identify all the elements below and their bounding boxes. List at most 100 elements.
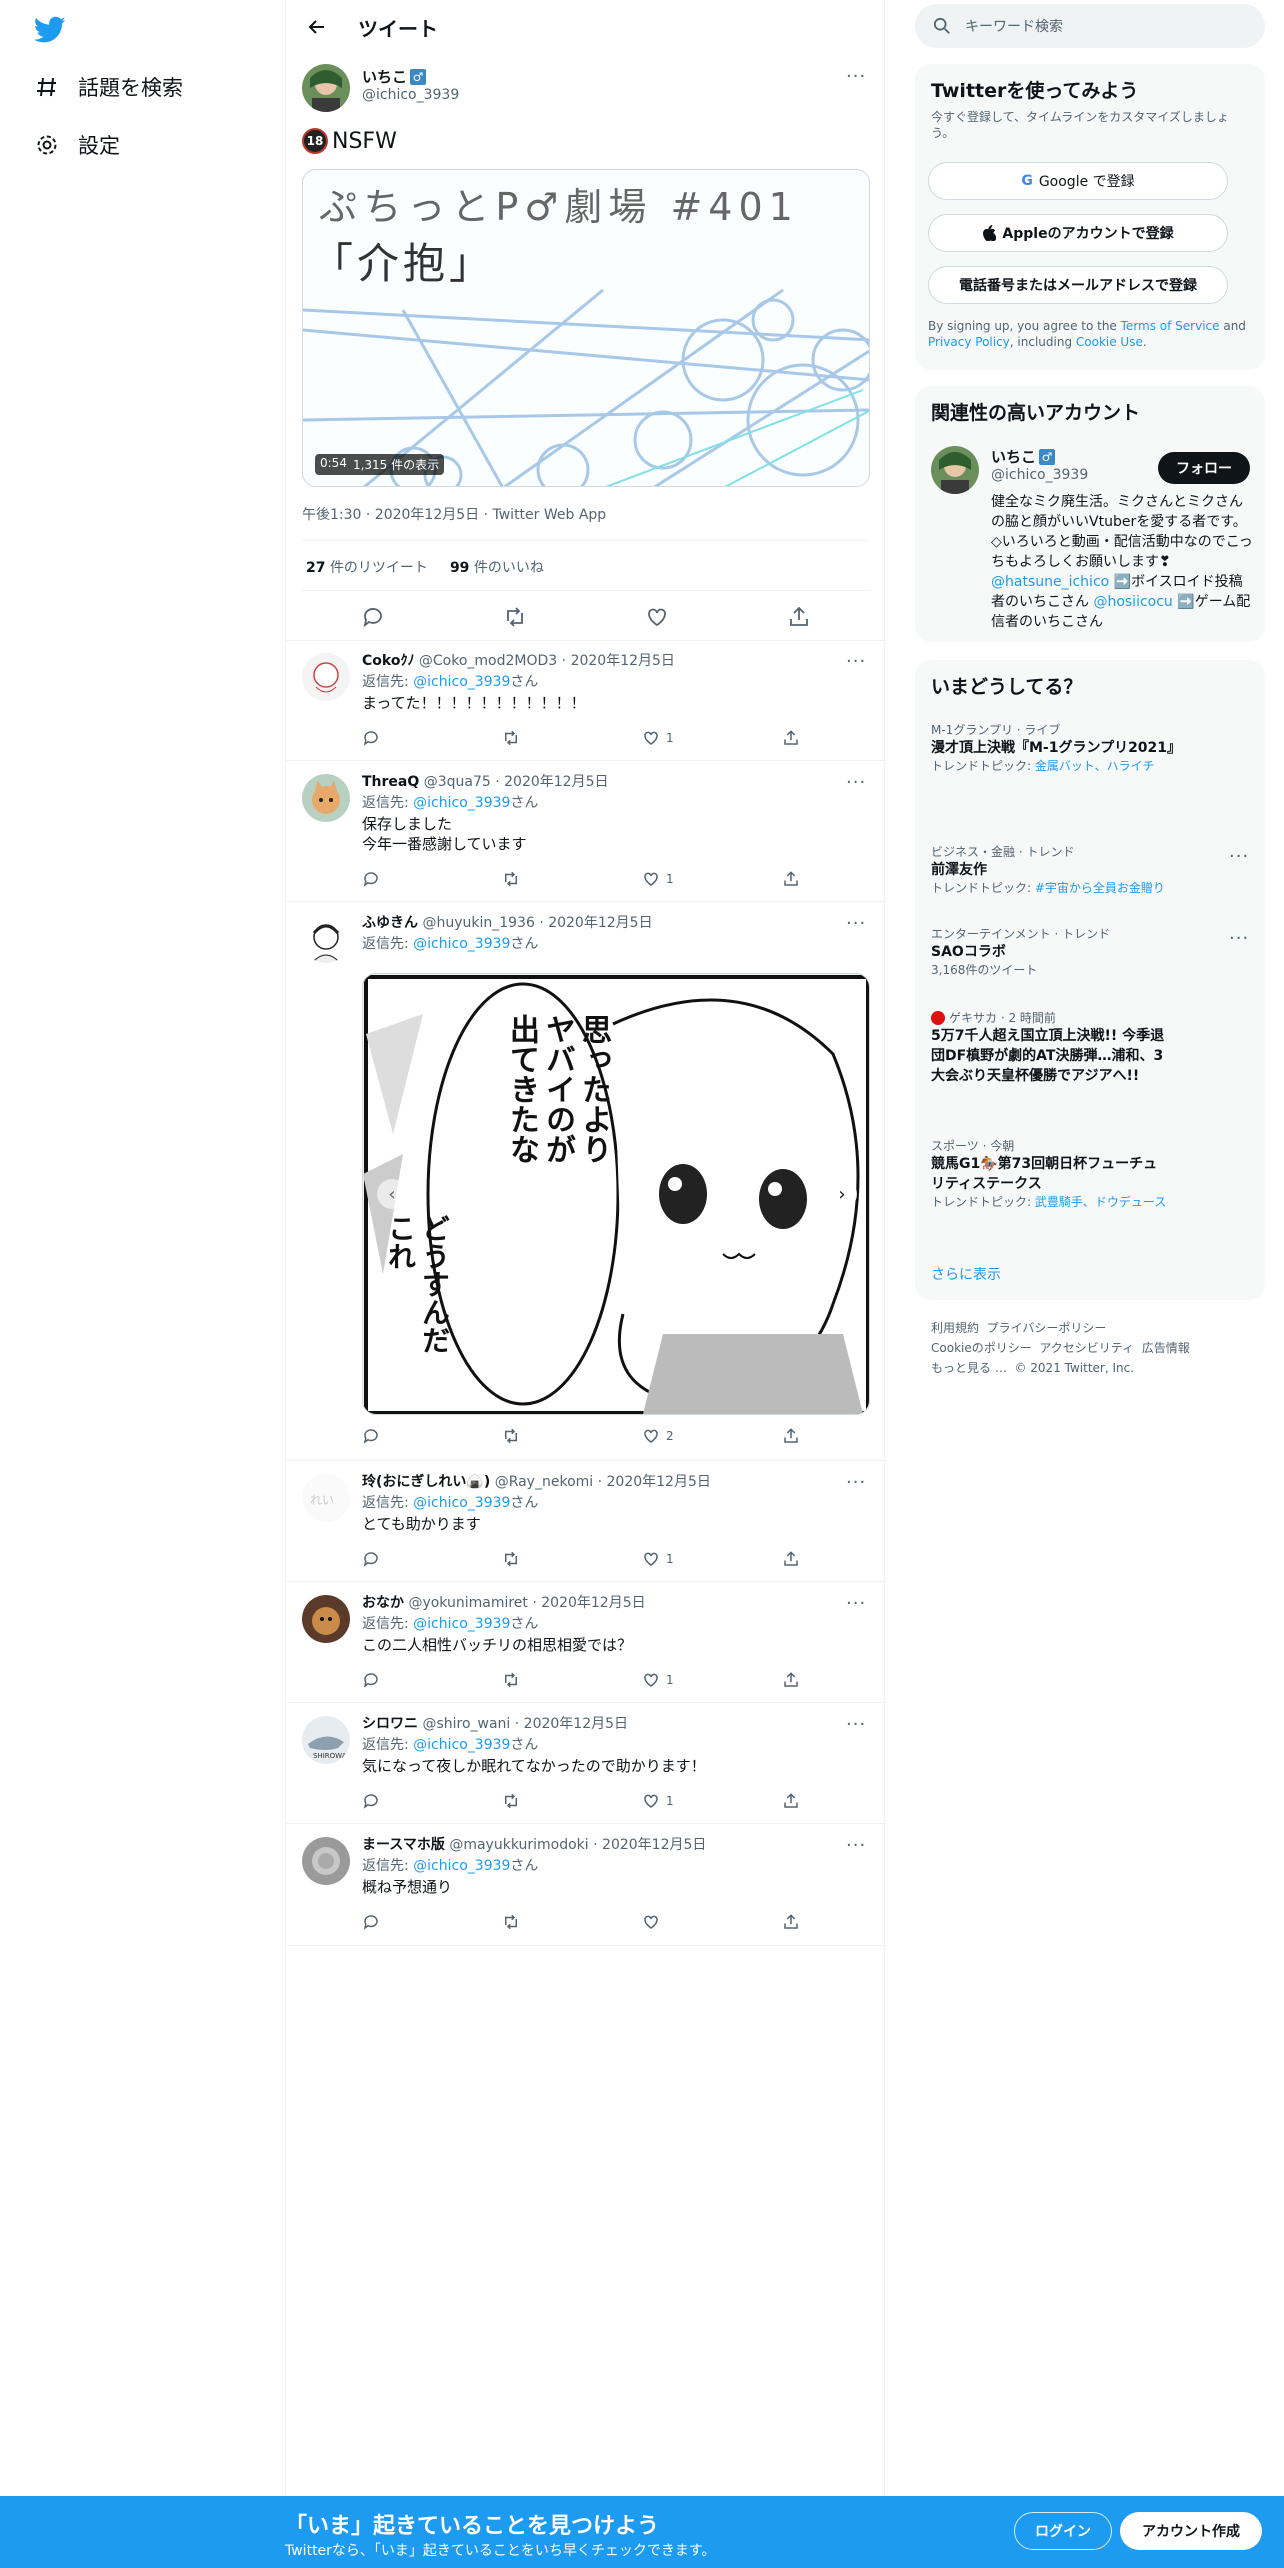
trend-item[interactable]: ビジネス・金融 · トレンド 前澤友作 トレンドトピック: #宇宙から全員お金贈… xyxy=(931,844,1231,896)
reply-icon[interactable] xyxy=(362,1792,422,1810)
reply-handle[interactable]: @huyukin_1936 xyxy=(422,915,534,931)
more-icon[interactable]: ··· xyxy=(846,1593,866,1614)
follow-button[interactable]: フォロー xyxy=(1158,452,1250,484)
trend-item[interactable]: ゲキサカ · 2 時間前 5万7千人超え国立頂上決戦!! 今季退団DF槙野が劇的… xyxy=(931,1010,1171,1086)
trend-sub-link[interactable]: 金属バット、ハライチ xyxy=(1035,759,1155,773)
reply-date[interactable]: · 2020年12月5日 xyxy=(495,774,608,790)
avatar[interactable]: れい xyxy=(302,1474,350,1522)
like-button[interactable]: 1 xyxy=(642,729,702,747)
reply-handle[interactable]: @shiro_wani xyxy=(422,1716,510,1732)
reply-icon[interactable] xyxy=(362,1671,422,1689)
avatar[interactable] xyxy=(302,64,350,112)
retweet-icon[interactable] xyxy=(503,605,527,633)
avatar[interactable]: SHIROWANI xyxy=(302,1716,350,1764)
reply-date[interactable]: · 2020年12月5日 xyxy=(562,653,675,669)
reply-icon[interactable] xyxy=(362,1427,422,1445)
more-icon[interactable]: ··· xyxy=(846,651,866,672)
reply-name[interactable]: シロワニ xyxy=(362,1716,418,1732)
like-button[interactable]: 2 xyxy=(642,1427,702,1445)
nav-settings[interactable]: 設定 xyxy=(34,130,120,160)
related-account-info[interactable]: いちこ ♂ @ichico_3939 xyxy=(991,446,1088,483)
reply-item[interactable]: れい 玲(おにぎしれい🍙) @Ray_nekomi · 2020年12月5日 返… xyxy=(286,1462,886,1582)
reply-handle[interactable]: @Coko_mod2MOD3 xyxy=(419,653,557,669)
reply-icon[interactable] xyxy=(362,729,422,747)
like-button[interactable]: 1 xyxy=(642,1550,702,1568)
chevron-right-icon[interactable]: › xyxy=(827,1179,857,1209)
reply-name[interactable]: ThreaQ xyxy=(362,774,419,790)
more-icon[interactable]: ··· xyxy=(846,1714,866,1735)
retweet-icon[interactable] xyxy=(502,870,562,888)
phone-signup-button[interactable]: 電話番号またはメールアドレスで登録 xyxy=(928,266,1228,304)
trend-item[interactable]: M-1グランプリ · ライブ 漫才頂上決戦『M-1グランプリ2021』 トレンド… xyxy=(931,722,1231,774)
reply-item[interactable]: ThreaQ @3qua75 · 2020年12月5日 返信先: @ichico… xyxy=(286,762,886,902)
reply-icon[interactable] xyxy=(361,605,385,633)
retweet-icon[interactable] xyxy=(502,1550,562,1568)
more-icon[interactable]: ··· xyxy=(1229,928,1249,949)
like-button[interactable]: 1 xyxy=(642,1671,702,1689)
retweet-icon[interactable] xyxy=(502,1913,562,1931)
retweet-icon[interactable] xyxy=(502,1792,562,1810)
more-icon[interactable]: ··· xyxy=(846,1835,866,1856)
nav-explore[interactable]: 話題を検索 xyxy=(34,72,183,102)
video-player[interactable]: ぷちっとP♂劇場 #401 「介抱」 0:54 1,315 件の表示 xyxy=(302,169,870,487)
like-count[interactable]: 99 件のいいね xyxy=(450,557,544,577)
footer-link[interactable]: Cookieのポリシー xyxy=(931,1341,1032,1355)
reply-to-link[interactable]: @ichico_3939 xyxy=(413,936,510,952)
retweet-icon[interactable] xyxy=(502,729,562,747)
like-button[interactable] xyxy=(642,1913,702,1931)
retweet-count[interactable]: 27 件のリツイート xyxy=(306,557,428,577)
show-more-link[interactable]: さらに表示 xyxy=(931,1264,1001,1284)
trend-sub-link[interactable]: #宇宙から全員お金贈り xyxy=(1035,881,1165,895)
apple-signup-button[interactable]: Appleのアカウントで登録 xyxy=(928,214,1228,252)
login-button[interactable]: ログイン xyxy=(1014,2512,1112,2550)
retweet-icon[interactable] xyxy=(502,1427,562,1445)
reply-item[interactable]: まースマホ版 @mayukkurimodoki · 2020年12月5日 返信先… xyxy=(286,1825,886,1946)
more-icon[interactable]: ··· xyxy=(1229,846,1249,867)
terms-link[interactable]: Terms of Service xyxy=(1121,319,1220,333)
more-icon[interactable]: ··· xyxy=(846,913,866,934)
reply-handle[interactable]: @Ray_nekomi xyxy=(495,1474,593,1490)
retweet-icon[interactable] xyxy=(502,1671,562,1689)
reply-item[interactable]: ふゆきん @huyukin_1936 · 2020年12月5日 返信先: @ic… xyxy=(286,903,886,1461)
reply-item[interactable]: おなか @yokunimamiret · 2020年12月5日 返信先: @ic… xyxy=(286,1583,886,1703)
tweet-author-name[interactable]: いちこ ♂ xyxy=(362,66,459,87)
reply-date[interactable]: · 2020年12月5日 xyxy=(539,915,652,931)
more-icon[interactable]: ··· xyxy=(846,66,866,87)
avatar[interactable] xyxy=(302,774,350,822)
reply-date[interactable]: · 2020年12月5日 xyxy=(532,1595,645,1611)
reply-handle[interactable]: @mayukkurimodoki xyxy=(449,1837,588,1853)
reply-image[interactable]: 思ったより ヤバイのが 出てきたな どうすんだ これ ‹ › xyxy=(362,973,870,1415)
footer-link[interactable]: 広告情報 xyxy=(1142,1341,1190,1355)
reply-name[interactable]: 玲(おにぎしれい🍙) xyxy=(362,1474,490,1490)
reply-to-link[interactable]: @ichico_3939 xyxy=(413,1495,510,1511)
signup-button[interactable]: アカウント作成 xyxy=(1120,2512,1262,2550)
tweet-meta[interactable]: 午後1:30 · 2020年12月5日 · Twitter Web App xyxy=(302,504,606,524)
share-icon[interactable] xyxy=(782,870,802,888)
reply-name[interactable]: おなか xyxy=(362,1595,404,1611)
avatar[interactable] xyxy=(931,446,979,494)
trend-sub-link[interactable]: 武豊騎手、ドウデュース xyxy=(1035,1195,1166,1209)
trend-item[interactable]: エンターテインメント · トレンド SAOコラボ 3,168件のツイート xyxy=(931,926,1231,978)
reply-date[interactable]: · 2020年12月5日 xyxy=(593,1837,706,1853)
reply-item[interactable]: Cokoｸﾉ @Coko_mod2MOD3 · 2020年12月5日 返信先: … xyxy=(286,641,886,761)
chevron-left-icon[interactable]: ‹ xyxy=(377,1179,407,1209)
avatar[interactable] xyxy=(302,1595,350,1643)
more-icon[interactable]: ··· xyxy=(846,772,866,793)
reply-date[interactable]: · 2020年12月5日 xyxy=(515,1716,628,1732)
google-signup-button[interactable]: G Google で登録 xyxy=(928,162,1228,200)
reply-name[interactable]: ふゆきん xyxy=(362,915,418,931)
reply-date[interactable]: · 2020年12月5日 xyxy=(598,1474,711,1490)
avatar[interactable] xyxy=(302,653,350,701)
reply-icon[interactable] xyxy=(362,1550,422,1568)
reply-handle[interactable]: @3qua75 xyxy=(424,774,491,790)
footer-link[interactable]: 利用規約 xyxy=(931,1321,979,1335)
reply-to-link[interactable]: @ichico_3939 xyxy=(413,1858,510,1874)
reply-icon[interactable] xyxy=(362,870,422,888)
share-icon[interactable] xyxy=(782,1550,802,1568)
bio-mention-link[interactable]: @hatsune_ichico xyxy=(991,574,1109,590)
avatar[interactable] xyxy=(302,1837,350,1885)
footer-link[interactable]: プライバシーポリシー xyxy=(987,1321,1107,1335)
footer-link[interactable]: アクセシビリティ xyxy=(1039,1341,1134,1355)
like-button[interactable]: 1 xyxy=(642,1792,702,1810)
search-input[interactable]: キーワード検索 xyxy=(915,4,1265,48)
